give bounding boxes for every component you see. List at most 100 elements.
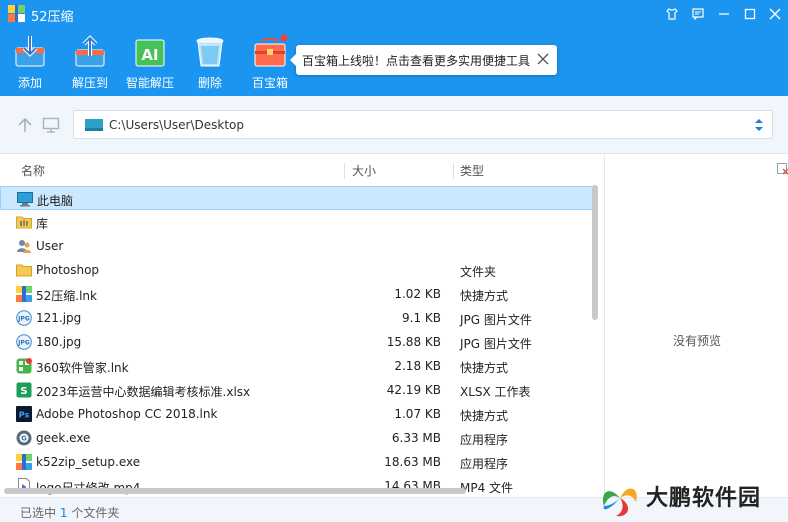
file-size: 42.19 KB bbox=[386, 383, 441, 397]
skin-icon[interactable] bbox=[662, 4, 682, 24]
file-row[interactable]: 此电脑 bbox=[0, 186, 596, 210]
extract-to-icon bbox=[75, 35, 105, 67]
svg-text:Ps: Ps bbox=[19, 411, 30, 420]
tooltip-text: 百宝箱上线啦！点击查看更多实用便捷工具 bbox=[302, 54, 531, 68]
path-input[interactable]: C:\Users\User\Desktop bbox=[73, 110, 773, 139]
xlsx-icon: S bbox=[16, 382, 32, 398]
horizontal-scrollbar[interactable] bbox=[4, 488, 466, 494]
file-row[interactable]: S 2023年运营中心数据编辑考核标准.xlsx 42.19 KB XLSX 工作表 bbox=[0, 378, 596, 402]
toolbox-label: 百宝箱 bbox=[251, 76, 288, 90]
add-archive-icon bbox=[15, 36, 45, 67]
file-row[interactable]: JPG 121.jpg 9.1 KB JPG 图片文件 bbox=[0, 306, 596, 330]
svg-text:G: G bbox=[21, 435, 27, 443]
file-row[interactable]: JPG 180.jpg 15.88 KB JPG 图片文件 bbox=[0, 330, 596, 354]
file-size: 9.1 KB bbox=[402, 311, 441, 325]
add-button-label: 添加 bbox=[17, 76, 42, 90]
file-row[interactable]: 52压缩.lnk 1.02 KB 快捷方式 bbox=[0, 282, 596, 306]
geek-icon: G bbox=[16, 430, 32, 446]
library-folder-icon bbox=[16, 214, 32, 230]
file-name: 52压缩.lnk bbox=[36, 289, 97, 303]
file-rows: 此电脑库 User Photoshop 文件夹 52压缩.lnk 1.02 KB 快捷方式 J… bbox=[0, 186, 596, 497]
file-row[interactable]: Ggeek.exe 6.33 MB 应用程序 bbox=[0, 426, 596, 450]
close-preview-icon[interactable] bbox=[777, 163, 788, 175]
smart-extract-icon: AI bbox=[135, 39, 165, 67]
up-arrow-icon[interactable] bbox=[16, 116, 34, 134]
extract-to-button[interactable]: 解压到 bbox=[60, 34, 120, 94]
toolbox-icon bbox=[254, 34, 287, 67]
svg-text:S: S bbox=[20, 386, 27, 397]
user-folder-icon bbox=[16, 238, 32, 254]
file-name: k52zip_setup.exe bbox=[36, 455, 141, 469]
add-button[interactable]: 添加 bbox=[0, 34, 60, 94]
folder-icon bbox=[16, 262, 32, 278]
column-size-header[interactable]: 大小 bbox=[352, 155, 376, 185]
file-list[interactable]: 名称 大小 类型 此电脑库 User Photoshop 文件夹 52压缩.lnk 1.0… bbox=[0, 155, 604, 497]
column-name-header[interactable]: 名称 bbox=[21, 155, 45, 185]
watermark: 大鹏软件园 bbox=[596, 472, 788, 522]
path-dropdown-icon[interactable] bbox=[754, 117, 764, 133]
file-name: 121.jpg bbox=[36, 311, 82, 325]
file-type: 应用程序 bbox=[460, 457, 509, 471]
file-name: 360软件管家.lnk bbox=[36, 361, 129, 375]
smart-extract-label: 智能解压 bbox=[125, 76, 174, 90]
maximize-button[interactable] bbox=[740, 4, 760, 24]
360-icon bbox=[16, 358, 32, 374]
file-name: User bbox=[36, 239, 64, 253]
path-text: C:\Users\User\Desktop bbox=[109, 118, 244, 132]
file-type: XLSX 工作表 bbox=[460, 385, 531, 399]
file-name: 2023年运营中心数据编辑考核标准.xlsx bbox=[36, 385, 251, 399]
file-row[interactable]: Ps Adobe Photoshop CC 2018.lnk 1.07 KB 快捷方式 bbox=[0, 402, 596, 426]
file-size: 1.07 KB bbox=[394, 407, 441, 421]
jpg-icon: JPG bbox=[16, 310, 32, 326]
title-bar: 52压缩 bbox=[0, 0, 788, 28]
svg-text:JPG: JPG bbox=[17, 316, 30, 323]
no-preview-text: 没有预览 bbox=[672, 334, 721, 348]
file-name: geek.exe bbox=[36, 431, 91, 445]
file-type: MP4 文件 bbox=[460, 481, 514, 495]
preview-pane: 没有预览 bbox=[604, 155, 788, 497]
close-button[interactable] bbox=[765, 4, 785, 24]
file-row[interactable]: 360软件管家.lnk 2.18 KB 快捷方式 bbox=[0, 354, 596, 378]
column-type-header[interactable]: 类型 bbox=[460, 155, 484, 185]
delete-label: 删除 bbox=[197, 76, 222, 90]
file-type: 快捷方式 bbox=[460, 361, 509, 375]
file-type: JPG 图片文件 bbox=[460, 313, 532, 327]
file-type: 快捷方式 bbox=[460, 289, 509, 303]
photoshop-icon: Ps bbox=[16, 406, 32, 422]
feedback-icon[interactable] bbox=[688, 4, 708, 24]
computer-icon bbox=[17, 191, 33, 207]
file-row[interactable]: User bbox=[0, 234, 596, 258]
file-size: 1.02 KB bbox=[394, 287, 441, 301]
app-52-icon bbox=[16, 286, 32, 302]
watermark-logo-icon bbox=[602, 488, 637, 517]
desktop-icon bbox=[85, 119, 103, 131]
file-size: 15.88 KB bbox=[386, 335, 441, 349]
delete-button[interactable]: 删除 bbox=[180, 34, 240, 94]
toolbox-tooltip[interactable]: 百宝箱上线啦！点击查看更多实用便捷工具 bbox=[290, 45, 557, 75]
extract-to-label: 解压到 bbox=[71, 76, 108, 90]
file-size: 2.18 KB bbox=[394, 359, 441, 373]
tooltip-close-icon[interactable] bbox=[535, 51, 551, 67]
vertical-scrollbar[interactable] bbox=[592, 185, 598, 320]
jpg-icon: JPG bbox=[16, 334, 32, 350]
file-name: Adobe Photoshop CC 2018.lnk bbox=[36, 407, 218, 421]
file-name: 180.jpg bbox=[36, 335, 82, 349]
file-row[interactable]: 库 bbox=[0, 210, 596, 234]
svg-text:AI: AI bbox=[141, 46, 158, 64]
file-row[interactable]: Photoshop 文件夹 bbox=[0, 258, 596, 282]
file-type: 文件夹 bbox=[460, 265, 497, 279]
smart-extract-button[interactable]: AI 智能解压 bbox=[120, 34, 180, 94]
computer-nav-icon[interactable] bbox=[42, 116, 60, 134]
app-logo-icon bbox=[8, 5, 25, 22]
app-52-icon bbox=[16, 454, 32, 470]
file-name: Photoshop bbox=[36, 263, 100, 277]
minimize-button[interactable] bbox=[714, 4, 734, 24]
file-row[interactable]: k52zip_setup.exe 18.63 MB 应用程序 bbox=[0, 450, 596, 474]
address-bar: C:\Users\User\Desktop bbox=[0, 96, 788, 154]
file-name: 库 bbox=[36, 217, 49, 231]
file-type: JPG 图片文件 bbox=[460, 337, 532, 351]
selection-status: 已选中 1 个文件夹 bbox=[20, 506, 120, 520]
file-size: 18.63 MB bbox=[384, 455, 441, 469]
file-size: 6.33 MB bbox=[391, 431, 441, 445]
watermark-text: 大鹏软件园 bbox=[646, 486, 762, 511]
